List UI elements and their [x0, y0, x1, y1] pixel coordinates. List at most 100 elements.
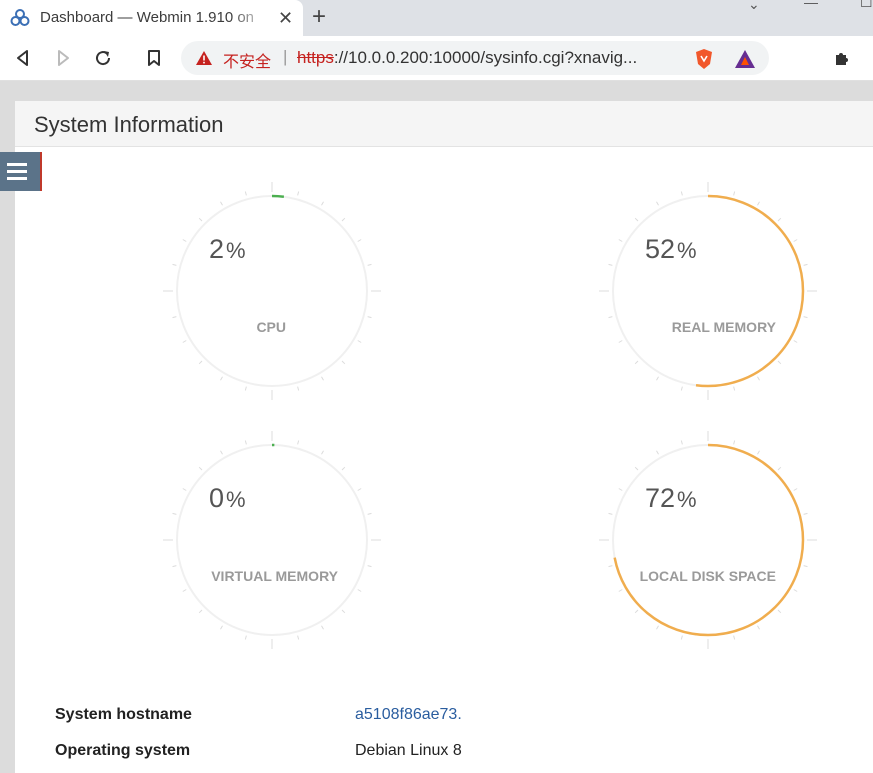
gauge-tick	[357, 239, 362, 242]
gauge-tick	[777, 609, 782, 614]
gauge-tick	[297, 191, 300, 196]
gauge-tick	[297, 440, 300, 445]
page-content: System Information 2% CPU 52% REAL MEMOR…	[0, 81, 873, 773]
insecure-label[interactable]: 不安全	[223, 48, 271, 72]
gauge-tick	[357, 589, 362, 592]
gauge-tick	[680, 386, 683, 391]
gauge-tick	[656, 376, 659, 381]
browser-tab[interactable]: Dashboard — Webmin 1.910 on ✕	[0, 0, 303, 36]
url-text[interactable]: https://10.0.0.200:10000/sysinfo.cgi?xna…	[297, 48, 637, 68]
gauge-tick	[680, 635, 683, 640]
page-title: System Information	[34, 112, 224, 137]
gauge-tick	[367, 316, 372, 319]
menu-bar-1	[7, 163, 27, 166]
gauge-tick	[172, 512, 177, 515]
brave-rewards-icon[interactable]	[733, 48, 757, 70]
gauge-tick	[220, 450, 223, 455]
gauge-tick	[182, 488, 187, 491]
gauge-tick	[777, 217, 782, 222]
gauge-tick	[777, 360, 782, 365]
gauge-tick	[793, 589, 798, 592]
gauge-tick	[733, 635, 736, 640]
minimize-icon[interactable]: —	[804, 0, 818, 10]
gauge-virtual-memory-dial	[163, 431, 381, 649]
gauge-virtual-memory: 0% VIRTUAL MEMORY	[162, 430, 382, 650]
gauge-tick	[618, 488, 623, 491]
gauge-real-memory-percent: 52%	[645, 234, 697, 265]
gauge-virtual-memory-percent: 0%	[209, 483, 246, 514]
address-bar[interactable]: 不安全 | https://10.0.0.200:10000/sysinfo.c…	[181, 41, 769, 75]
gauge-tick	[757, 201, 760, 206]
tab-close-icon[interactable]: ✕	[278, 8, 293, 28]
gauge-tick	[733, 191, 736, 196]
gauge-tick	[733, 440, 736, 445]
menu-bar-3	[7, 177, 27, 180]
address-separator: |	[283, 47, 288, 66]
system-info-panel: System Information 2% CPU 52% REAL MEMOR…	[15, 101, 873, 773]
gauge-tick	[198, 360, 203, 365]
gauge-track	[176, 195, 368, 387]
gauge-tick	[608, 565, 613, 568]
gauge-local-disk-space-label: LOCAL DISK SPACE	[639, 568, 776, 584]
url-rest: ://10.0.0.200:10000/sysinfo.cgi?xnavig..…	[333, 48, 638, 67]
gauge-tick	[618, 239, 623, 242]
back-icon[interactable]	[13, 48, 33, 68]
extensions-icon[interactable]	[832, 48, 852, 68]
gauge-tick	[803, 565, 808, 568]
url-scheme: https	[297, 48, 334, 67]
gauge-cpu-value: 2	[209, 234, 225, 264]
menu-bar-2	[7, 170, 27, 173]
gauge-tick	[608, 316, 613, 319]
gauge-real-memory: 52% REAL MEMORY	[598, 181, 818, 401]
gauge-tick	[733, 386, 736, 391]
gauge-cpu-dial	[163, 182, 381, 400]
new-tab-button[interactable]: +	[312, 4, 326, 30]
gauge-tick	[220, 625, 223, 630]
hostname-link[interactable]: a5108f86ae73.	[355, 706, 462, 724]
gauge-tick	[803, 263, 808, 266]
gauge-tick	[172, 316, 177, 319]
bookmark-icon[interactable]	[144, 48, 164, 68]
gauge-tick	[172, 263, 177, 266]
gauge-tick	[198, 609, 203, 614]
os-value: Debian Linux 8	[355, 742, 462, 759]
webmin-logo-icon	[10, 9, 30, 26]
brave-shields-icon[interactable]	[693, 48, 715, 70]
gauge-tick	[182, 340, 187, 343]
gauge-tick	[618, 589, 623, 592]
maximize-icon[interactable]: ☐	[860, 0, 873, 11]
gauge-tick	[182, 589, 187, 592]
gauge-tick	[777, 466, 782, 471]
tab-title-fade	[230, 0, 270, 36]
gauge-track	[176, 444, 368, 636]
gauge-cpu-label: CPU	[256, 319, 286, 335]
gauge-tick	[634, 466, 639, 471]
gauge-real-memory-dial	[599, 182, 817, 400]
reload-icon[interactable]	[93, 48, 113, 68]
gauge-tick	[244, 440, 247, 445]
gauge-cpu: 2% CPU	[162, 181, 382, 401]
forward-icon[interactable]	[53, 48, 73, 68]
gauge-tick	[198, 217, 203, 222]
gauge-tick	[367, 263, 372, 266]
browser-toolbar: 不安全 | https://10.0.0.200:10000/sysinfo.c…	[0, 36, 873, 81]
gauge-virtual-memory-unit: %	[226, 487, 246, 512]
gauge-tick	[656, 625, 659, 630]
gauge-tick	[297, 386, 300, 391]
gauge-tick	[680, 440, 683, 445]
gauge-tick	[244, 386, 247, 391]
gauge-local-disk-space-unit: %	[677, 487, 697, 512]
gauge-tick	[793, 239, 798, 242]
gauge-tick	[757, 450, 760, 455]
menu-toggle-button[interactable]	[0, 152, 42, 191]
gauge-virtual-memory-value: 0	[209, 483, 225, 513]
gauge-tick	[244, 635, 247, 640]
gauge-tick	[634, 217, 639, 222]
gauge-tick	[198, 466, 203, 471]
tab-search-icon[interactable]: ⌄	[748, 0, 760, 13]
gauge-tick	[220, 201, 223, 206]
gauge-tick	[634, 360, 639, 365]
hostname-label: System hostname	[55, 706, 192, 723]
gauge-tick	[656, 201, 659, 206]
gauge-tick	[757, 625, 760, 630]
